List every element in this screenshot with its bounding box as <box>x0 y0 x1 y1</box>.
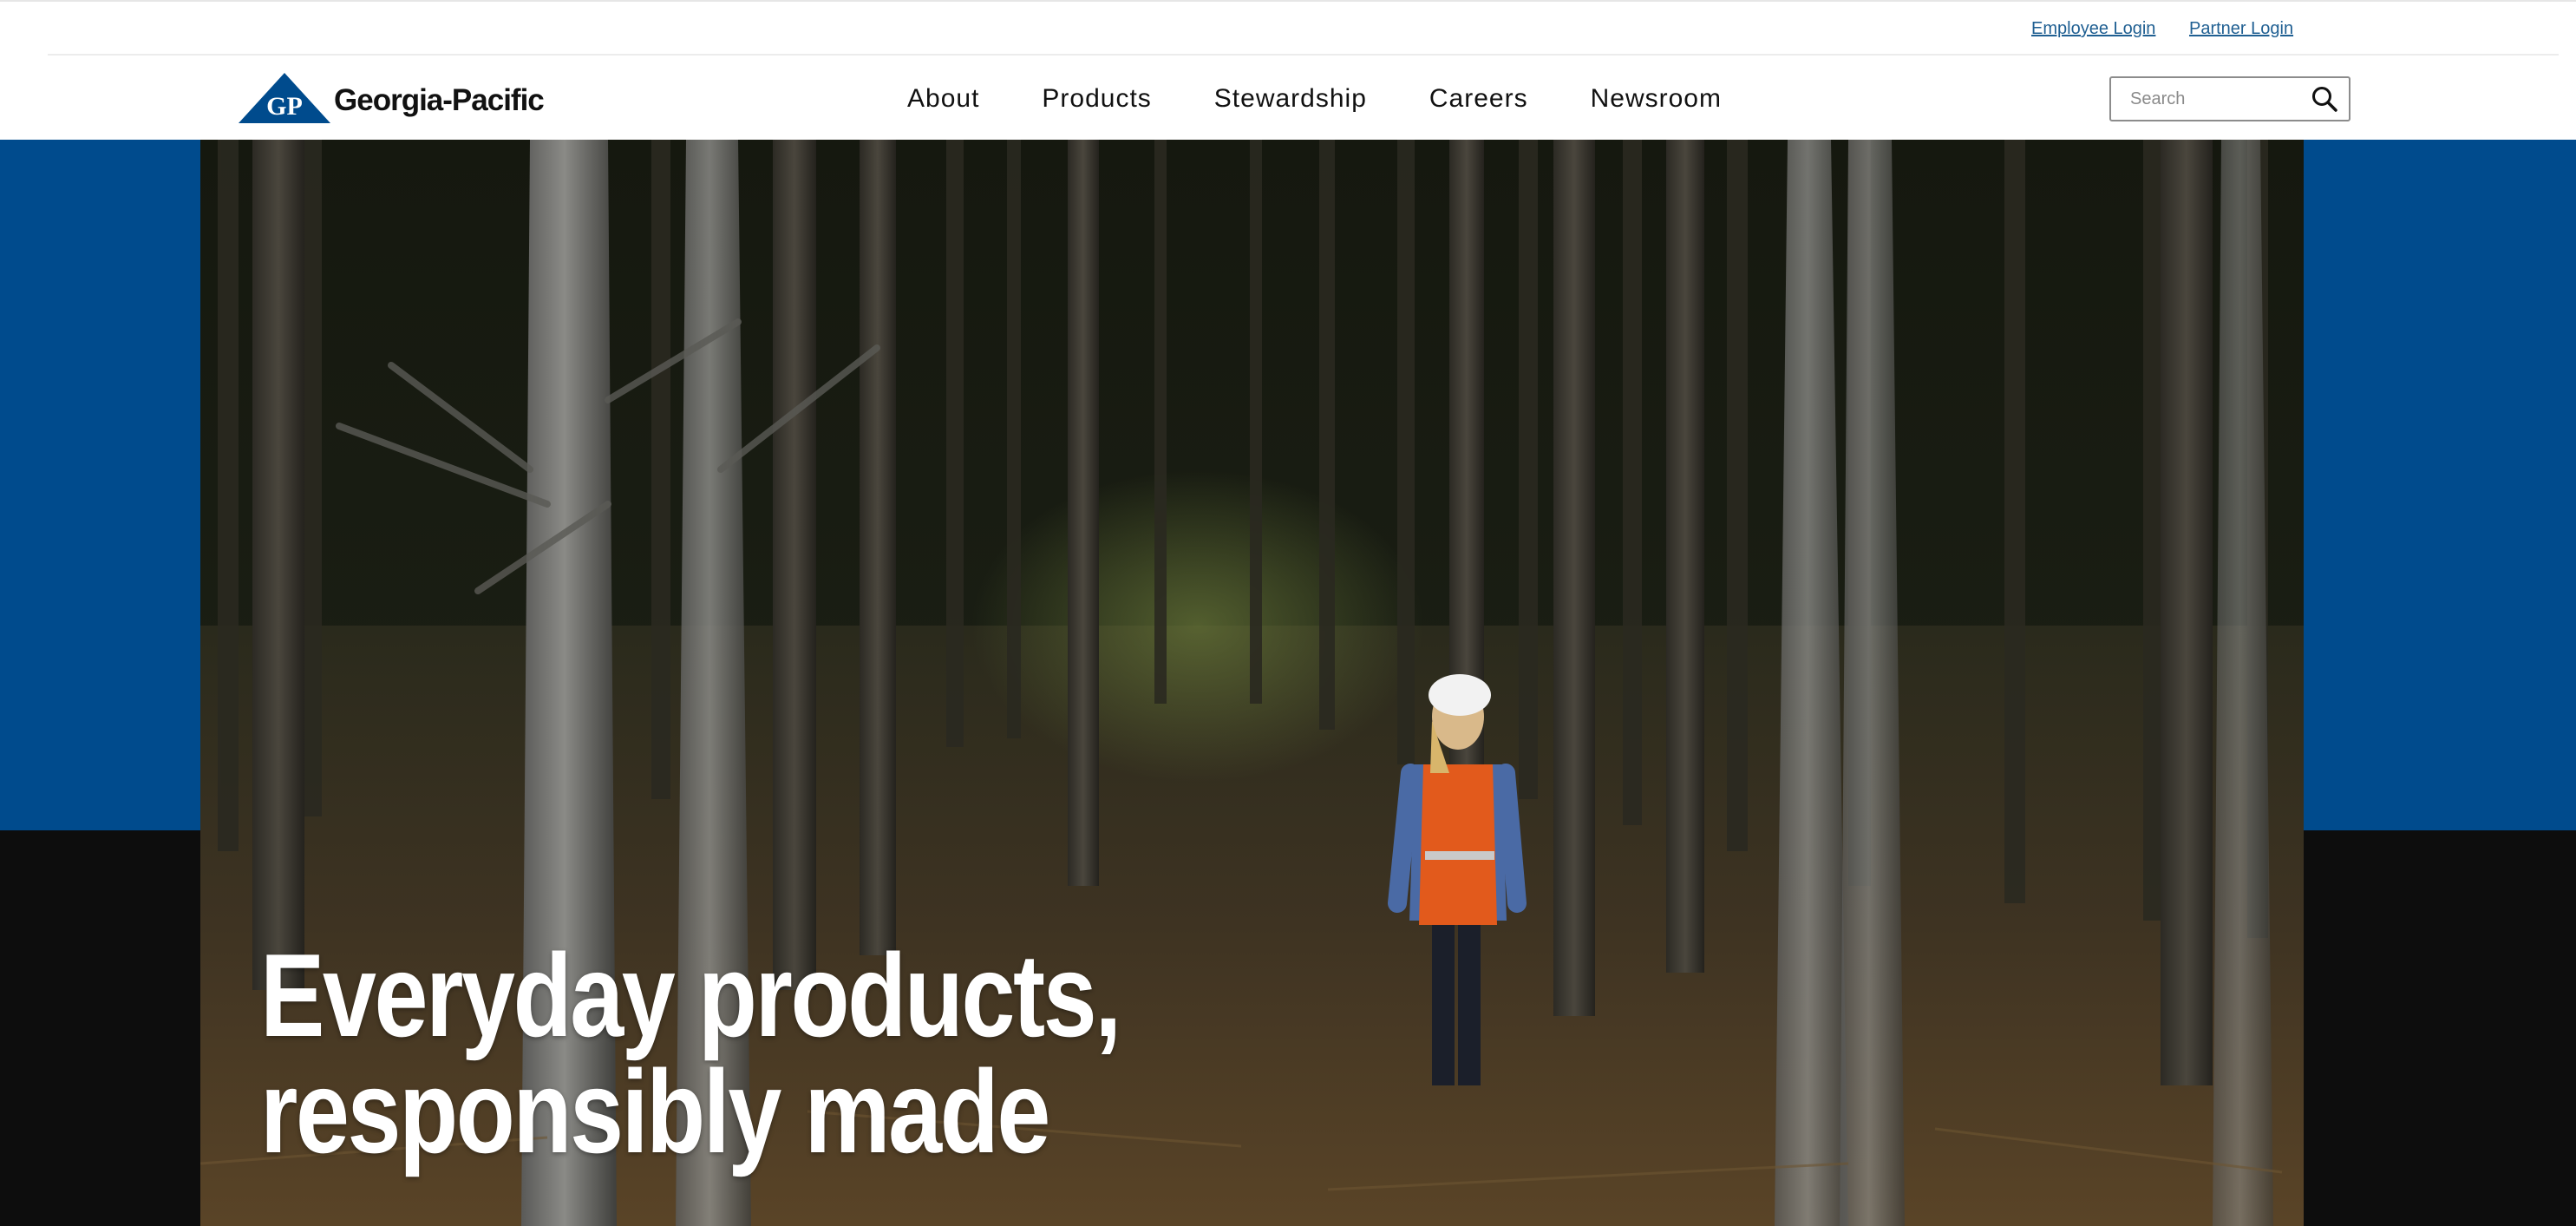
nav-newsroom[interactable]: Newsroom <box>1591 82 1722 116</box>
employee-login-link[interactable]: Employee Login <box>2031 19 2155 39</box>
main-header: GP Georgia-Pacific About Products Stewar… <box>0 56 2576 140</box>
nav-about[interactable]: About <box>907 82 979 116</box>
nav-stewardship[interactable]: Stewardship <box>1214 82 1367 116</box>
utility-bar: Employee Login Partner Login <box>0 0 2576 54</box>
nav-careers[interactable]: Careers <box>1429 82 1528 116</box>
partner-login-link[interactable]: Partner Login <box>2189 19 2293 39</box>
hero-headline: Everyday products, responsibly made <box>260 929 1121 1177</box>
nav-products[interactable]: Products <box>1042 82 1151 116</box>
search-box <box>2109 76 2350 121</box>
primary-nav: About Products Stewardship Careers Newsr… <box>907 82 1722 116</box>
gp-triangle-icon: GP <box>239 73 330 123</box>
search-input[interactable] <box>2111 78 2293 120</box>
search-icon[interactable] <box>2309 83 2340 115</box>
logo-wordmark: Georgia-Pacific <box>334 83 545 117</box>
hero-headline-line-1: Everyday products, <box>260 929 1121 1061</box>
logo-monogram: GP <box>266 92 303 121</box>
hero-headline-line-2: responsibly made <box>260 1046 1050 1177</box>
georgia-pacific-logo[interactable]: GP Georgia-Pacific <box>237 71 545 125</box>
